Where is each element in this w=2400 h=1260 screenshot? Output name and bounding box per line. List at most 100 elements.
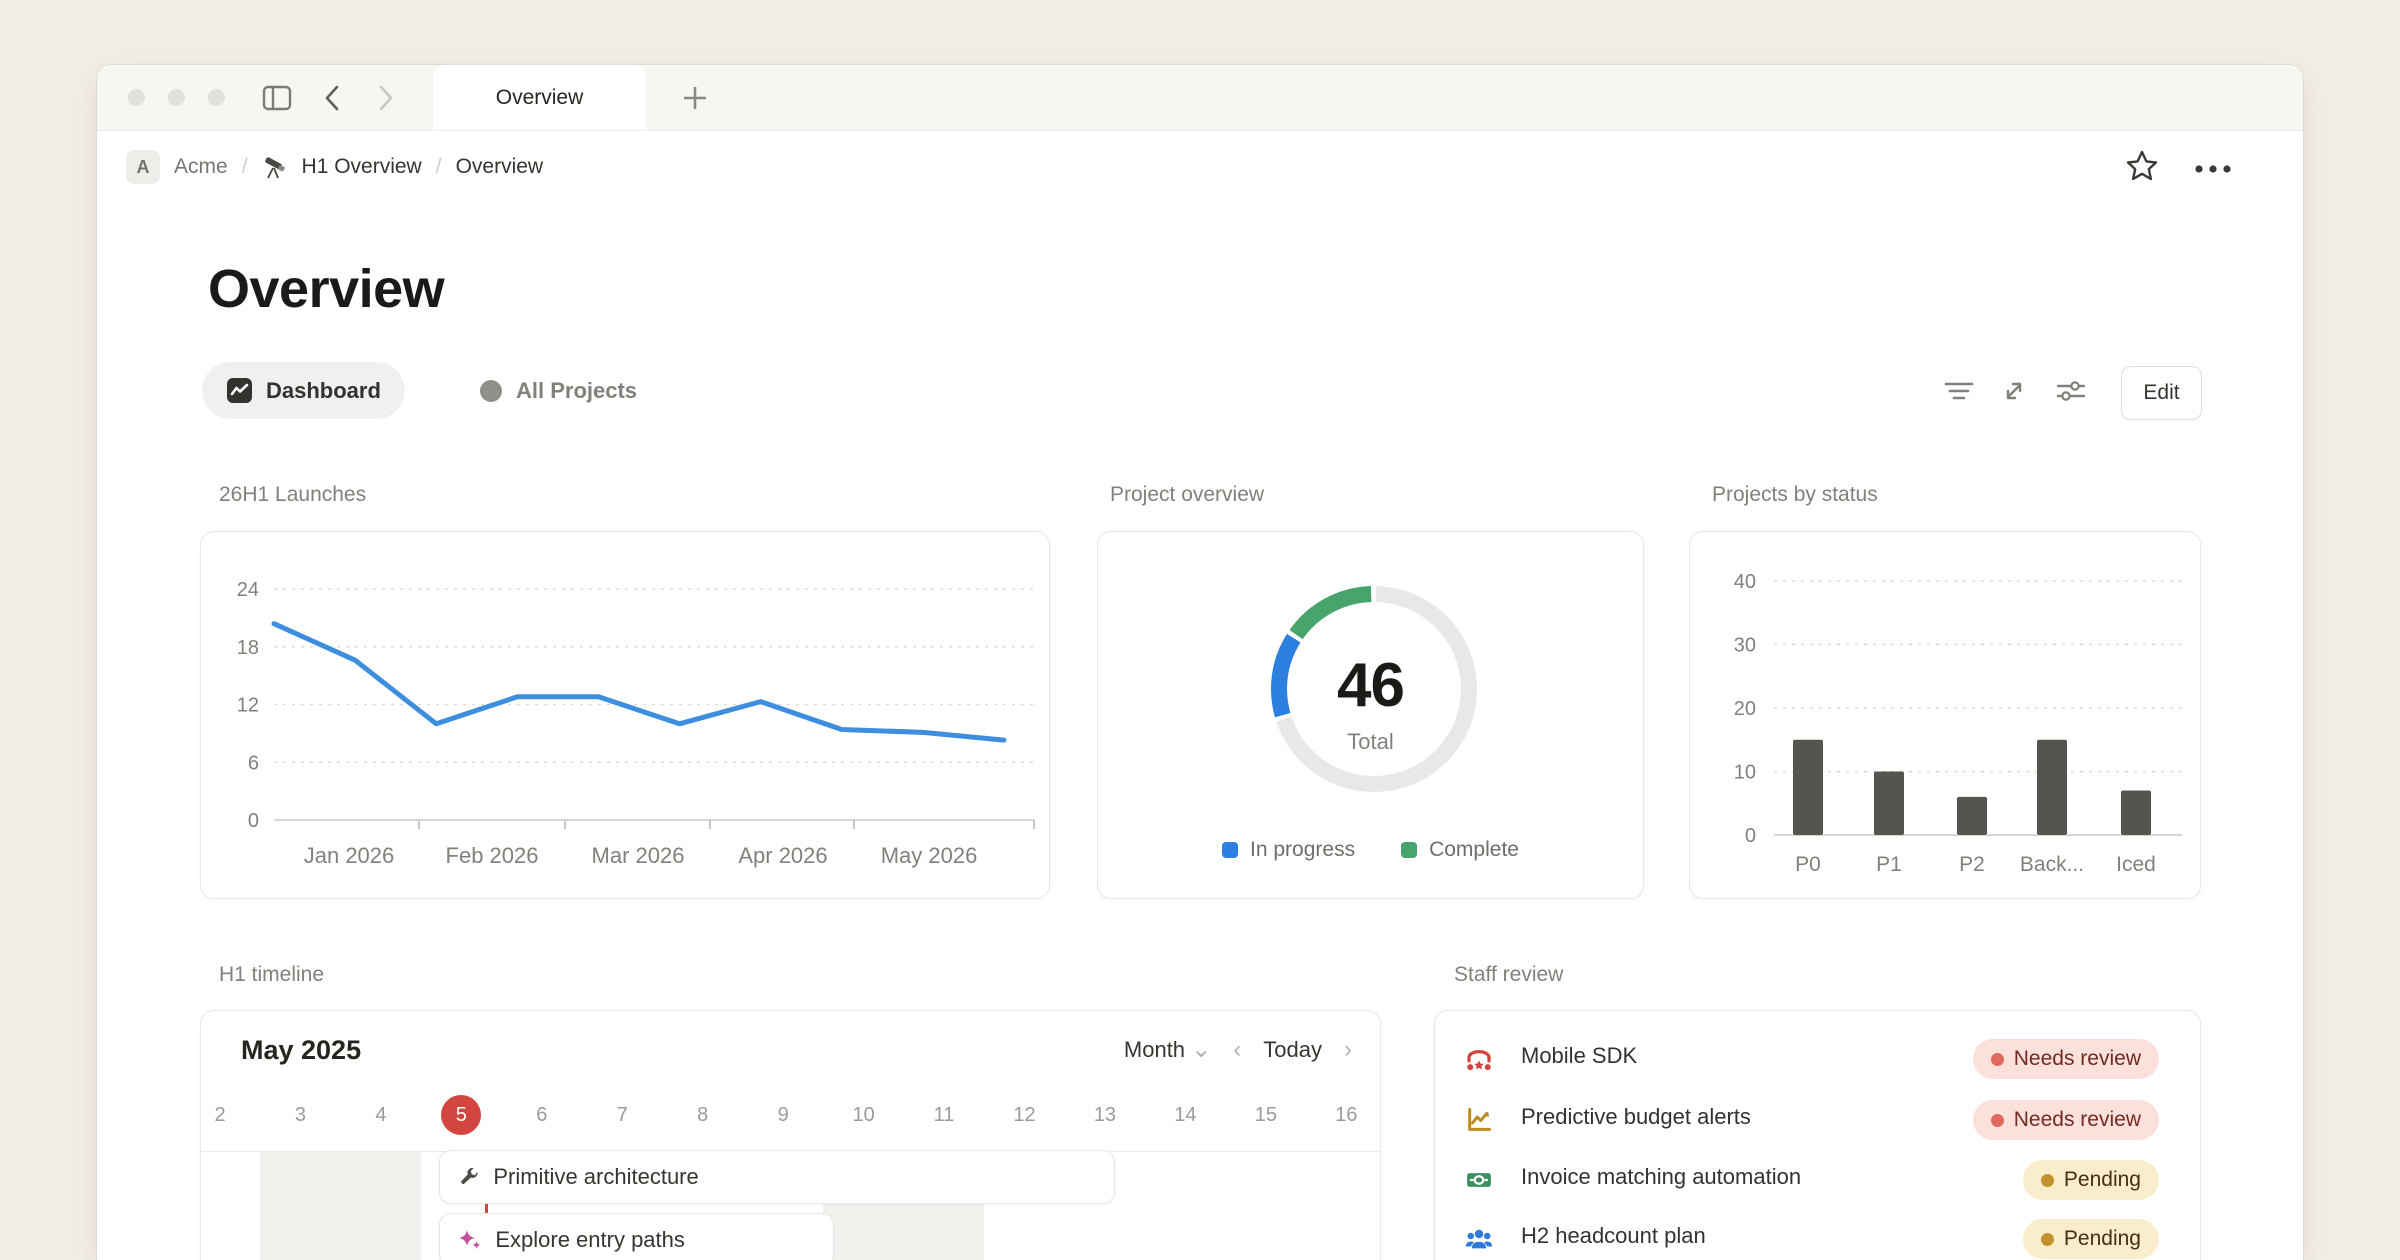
window-chrome: Overview (97, 65, 2303, 131)
staff-review-row[interactable]: Predictive budget alerts Needs review (1435, 1090, 2200, 1150)
line-chart: 06121824Jan 2026Feb 2026Mar 2026Apr 2026… (201, 532, 1049, 898)
all-projects-circle-icon (479, 379, 503, 403)
staff-item-title[interactable]: H2 headcount plan (1521, 1223, 1706, 1249)
chart-increase-icon (1465, 1106, 1493, 1134)
sidebar-toggle-icon[interactable] (257, 65, 297, 130)
today-circle (441, 1095, 481, 1135)
new-tab-plus-icon[interactable] (675, 65, 715, 130)
staff-review-row[interactable]: Invoice matching automation Pending (1435, 1150, 2200, 1210)
breadcrumb-separator: / (242, 155, 248, 179)
svg-text:P0: P0 (1795, 853, 1821, 876)
legend-label: In progress (1250, 838, 1355, 862)
timeline-item[interactable]: Explore entry paths (439, 1213, 833, 1260)
banknote-icon (1464, 1165, 1494, 1195)
view-tab-label: All Projects (516, 378, 637, 404)
status-badge[interactable]: Needs review (1973, 1039, 2159, 1079)
timeline-day-8: 8 (673, 1095, 733, 1135)
tab-overview[interactable]: Overview (433, 65, 646, 130)
page-title: Overview (208, 258, 444, 320)
svg-text:10: 10 (1734, 762, 1756, 784)
staff-review-card: Mobile SDK Needs review Predictive budge… (1434, 1010, 2201, 1260)
weekend-band (260, 1152, 421, 1260)
donut-center: 46 Total (1098, 650, 1643, 755)
timeline-day-13: 13 (1075, 1095, 1135, 1135)
wrench-icon (458, 1166, 480, 1188)
dashboard-chart-icon (226, 377, 253, 404)
workspace-avatar[interactable]: A (126, 150, 160, 184)
timeline-next-button[interactable]: › (1344, 1036, 1352, 1064)
timeline-day-5: 5 (431, 1095, 491, 1135)
legend-item: In progress (1222, 838, 1355, 862)
window-zoom-button[interactable] (208, 89, 225, 106)
timeline-day-9: 9 (753, 1095, 813, 1135)
window-minimize-button[interactable] (168, 89, 185, 106)
telescope-icon (262, 154, 288, 180)
svg-text:Jan 2026: Jan 2026 (304, 843, 395, 868)
more-options-icon[interactable] (2193, 163, 2233, 175)
status-badge[interactable]: Needs review (1973, 1100, 2159, 1140)
breadcrumb-separator: / (436, 155, 442, 179)
favorite-star-icon[interactable] (2125, 149, 2159, 183)
edit-button-label: Edit (2143, 381, 2179, 405)
timeline-prev-button[interactable]: ‹ (1233, 1036, 1241, 1064)
timeline-day-12: 12 (995, 1095, 1055, 1135)
section-label-by-status: Projects by status (1712, 483, 1878, 507)
breadcrumb: A Acme / H1 Overview / Overview (126, 150, 543, 184)
edit-button[interactable]: Edit (2121, 366, 2202, 420)
timeline-day-3: 3 (270, 1095, 330, 1135)
status-badge[interactable]: Pending (2023, 1219, 2159, 1259)
svg-text:40: 40 (1734, 571, 1756, 593)
status-dot-icon (1991, 1053, 2004, 1066)
status-badge[interactable]: Pending (2023, 1160, 2159, 1200)
timeline-view-dropdown[interactable]: Month ⌄ (1124, 1035, 1211, 1064)
svg-text:20: 20 (1734, 698, 1756, 720)
timeline-month-title: May 2025 (241, 1035, 361, 1066)
svg-text:Feb 2026: Feb 2026 (446, 843, 539, 868)
staff-item-title[interactable]: Invoice matching automation (1521, 1164, 1801, 1190)
status-label: Pending (2064, 1168, 2141, 1192)
timeline-day-7: 7 (592, 1095, 652, 1135)
timeline-day-10: 10 (834, 1095, 894, 1135)
staff-review-row[interactable]: Mobile SDK Needs review (1435, 1029, 2200, 1089)
svg-text:Mar 2026: Mar 2026 (592, 843, 685, 868)
staff-review-row[interactable]: H2 headcount plan Pending (1435, 1209, 2200, 1260)
timeline-today-button[interactable]: Today (1263, 1037, 1322, 1063)
svg-text:0: 0 (1745, 825, 1756, 847)
forward-chevron-icon[interactable] (369, 65, 403, 130)
legend-item: Complete (1401, 838, 1519, 862)
view-tab-dashboard[interactable]: Dashboard (202, 362, 405, 419)
legend-swatch-icon (1222, 842, 1238, 858)
status-label: Pending (2064, 1227, 2141, 1251)
timeline-day-15: 15 (1236, 1095, 1296, 1135)
breadcrumb-current-page[interactable]: Overview (456, 155, 544, 179)
back-chevron-icon[interactable] (315, 65, 349, 130)
breadcrumb-workspace[interactable]: Acme (174, 155, 228, 179)
timeline-date-row: 2345678910111213141516 (201, 1095, 1380, 1139)
svg-text:Back...: Back... (2020, 853, 2084, 876)
filter-icon[interactable] (1940, 372, 1978, 410)
timeline-day-16: 16 (1316, 1095, 1376, 1135)
tab-title: Overview (496, 86, 584, 110)
timeline-item-title: Primitive architecture (493, 1164, 698, 1190)
svg-text:24: 24 (237, 579, 259, 601)
section-label-launches: 26H1 Launches (219, 483, 366, 507)
chevron-down-icon: ⌄ (1191, 1036, 1211, 1063)
sparkle-icon (458, 1228, 482, 1252)
bar-chart: 010203040P0P1P2Back...Iced (1690, 532, 2200, 898)
legend-swatch-icon (1401, 842, 1417, 858)
timeline-card: May 2025 Month ⌄ ‹ Today › 2345678910111… (200, 1010, 1381, 1260)
settings-sliders-icon[interactable] (2052, 372, 2090, 410)
staff-item-title[interactable]: Mobile SDK (1521, 1043, 1637, 1069)
staff-item-title[interactable]: Predictive budget alerts (1521, 1104, 1751, 1130)
window-close-button[interactable] (128, 89, 145, 106)
svg-text:Apr 2026: Apr 2026 (738, 843, 827, 868)
timeline-day-2: 2 (200, 1095, 250, 1135)
view-tab-all-projects[interactable]: All Projects (455, 362, 661, 419)
breadcrumb-parent-page[interactable]: H1 Overview (302, 155, 422, 179)
timeline-item[interactable]: Primitive architecture (439, 1150, 1115, 1204)
status-dot-icon (2041, 1233, 2054, 1246)
status-label: Needs review (2014, 1108, 2141, 1132)
donut-legend: In progress Complete (1098, 838, 1643, 862)
expand-icon[interactable] (1995, 372, 2033, 410)
timeline-day-11: 11 (914, 1095, 974, 1135)
